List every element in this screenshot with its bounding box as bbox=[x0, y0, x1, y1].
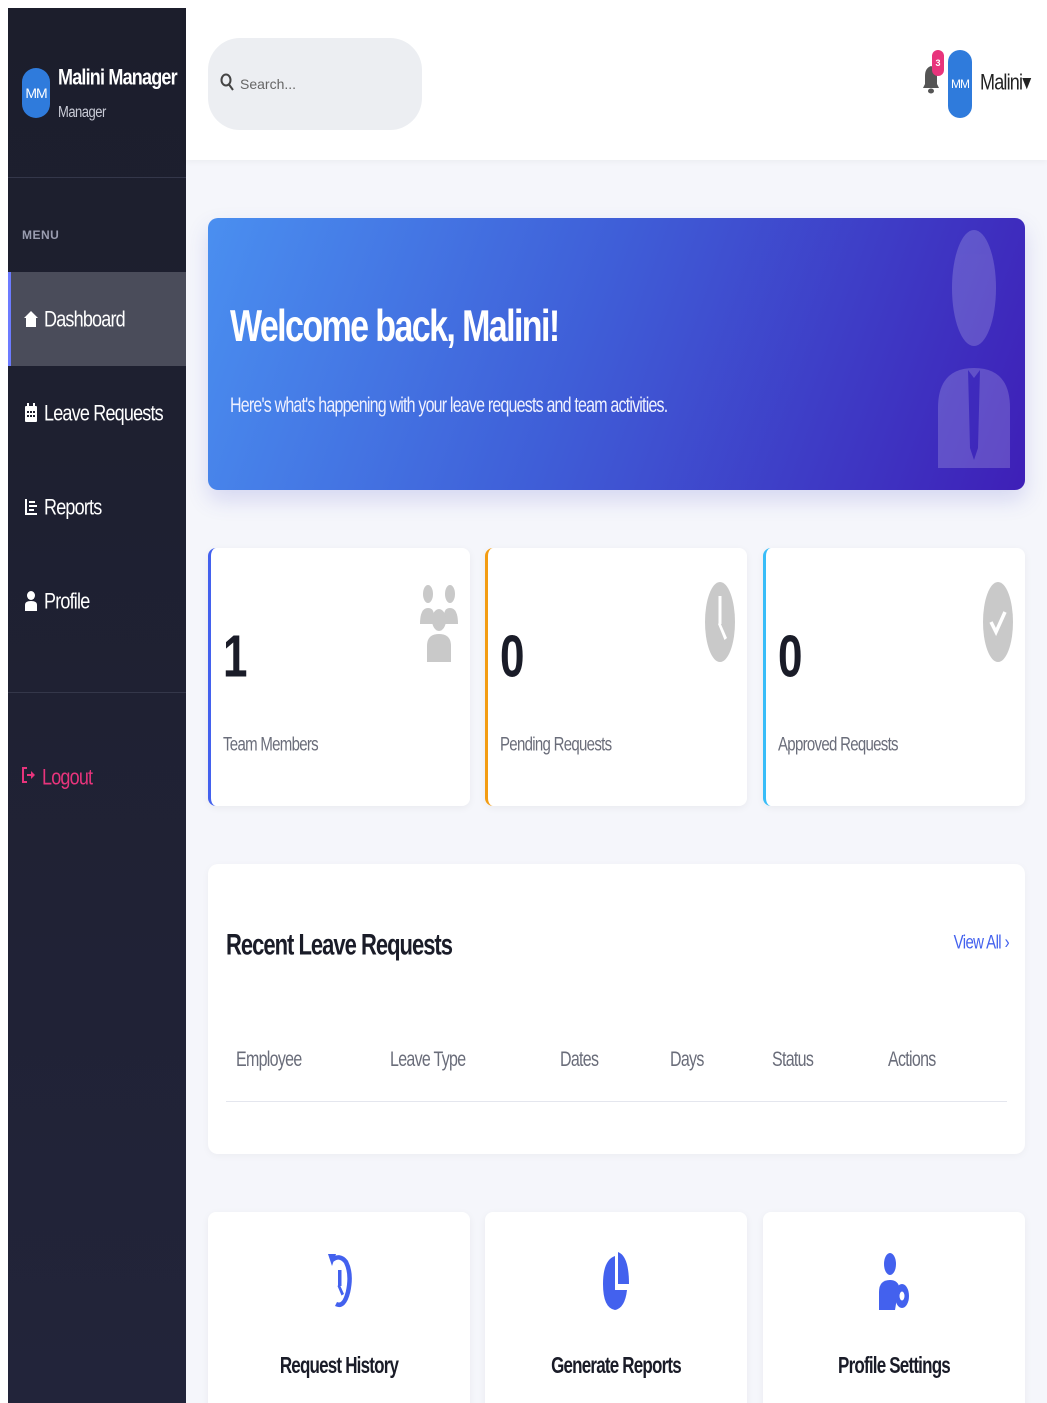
user-icon bbox=[22, 591, 40, 611]
logout-icon bbox=[22, 766, 36, 788]
sidebar-item-reports[interactable]: Reports bbox=[8, 460, 186, 554]
column-header-status[interactable]: Status bbox=[772, 1049, 814, 1072]
user-menu-toggle[interactable]: Malini▾ bbox=[980, 69, 1031, 95]
quick-action-profile-settings[interactable]: Profile Settings bbox=[763, 1212, 1025, 1403]
sidebar-item-leave-requests[interactable]: Leave Requests bbox=[8, 366, 186, 460]
quick-action-label: Generate Reports bbox=[551, 1352, 682, 1379]
column-header-employee[interactable]: Employee bbox=[236, 1049, 302, 1072]
search-bar[interactable] bbox=[208, 38, 422, 130]
sidebar-item-label: Reports bbox=[44, 493, 102, 519]
table-header: Employee Leave Type Dates Days Status Ac… bbox=[226, 1046, 1007, 1102]
logout-button[interactable]: Logout bbox=[22, 763, 93, 789]
app-frame: MM Malini Manager Manager MENU Dashboard… bbox=[8, 8, 1047, 1403]
sidebar-item-profile[interactable]: Profile bbox=[8, 554, 186, 648]
logout-label: Logout bbox=[42, 763, 93, 789]
profile-role: Manager bbox=[58, 102, 106, 120]
stat-label: Approved Requests bbox=[778, 733, 899, 756]
top-header: 3 MM Malini▾ bbox=[186, 8, 1047, 160]
welcome-banner: Welcome back, Malini! Here's what's happ… bbox=[208, 218, 1025, 490]
chevron-down-icon: ▾ bbox=[1022, 69, 1031, 95]
search-icon bbox=[220, 73, 234, 96]
column-header-actions[interactable]: Actions bbox=[888, 1049, 936, 1072]
stat-card-team-members: 1 Team Members bbox=[208, 548, 470, 806]
panel-title: Recent Leave Requests bbox=[226, 927, 453, 962]
user-tie-icon bbox=[934, 228, 1014, 473]
profile-name: Malini Manager bbox=[58, 63, 178, 89]
stat-card-approved-requests: 0 Approved Requests bbox=[763, 548, 1025, 806]
users-icon bbox=[420, 582, 458, 667]
check-circle-icon bbox=[983, 582, 1013, 667]
quick-action-generate-reports[interactable]: Generate Reports bbox=[485, 1212, 747, 1403]
sidebar-item-label: Dashboard bbox=[44, 305, 126, 331]
profile-text: Malini Manager Manager bbox=[58, 63, 178, 120]
sidebar-item-label: Profile bbox=[44, 587, 90, 613]
user-short-name: Malini bbox=[980, 69, 1023, 95]
sidebar-divider bbox=[8, 692, 186, 693]
sidebar: MM Malini Manager Manager MENU Dashboard… bbox=[8, 8, 186, 1403]
stat-label: Team Members bbox=[223, 733, 319, 756]
list-icon bbox=[22, 498, 40, 516]
column-header-leave-type[interactable]: Leave Type bbox=[390, 1049, 466, 1072]
column-header-dates[interactable]: Dates bbox=[560, 1049, 599, 1072]
pie-chart-icon bbox=[603, 1252, 629, 1317]
sidebar-profile: MM Malini Manager Manager bbox=[8, 8, 186, 178]
welcome-title: Welcome back, Malini! bbox=[230, 302, 560, 352]
home-icon bbox=[22, 310, 40, 328]
user-cog-icon bbox=[879, 1252, 909, 1317]
clock-icon bbox=[705, 582, 735, 667]
avatar: MM bbox=[22, 67, 50, 118]
column-header-days[interactable]: Days bbox=[670, 1049, 704, 1072]
stat-card-pending-requests: 0 Pending Requests bbox=[485, 548, 747, 806]
notification-badge: 3 bbox=[932, 50, 944, 76]
stat-label: Pending Requests bbox=[500, 733, 612, 756]
stat-value: 0 bbox=[500, 624, 525, 691]
quick-action-label: Profile Settings bbox=[838, 1352, 951, 1379]
stat-value: 0 bbox=[778, 624, 803, 691]
search-input[interactable] bbox=[240, 76, 390, 92]
stat-value: 1 bbox=[223, 624, 248, 691]
sidebar-item-dashboard[interactable]: Dashboard bbox=[8, 272, 186, 366]
menu-title: MENU bbox=[22, 228, 60, 242]
header-avatar[interactable]: MM bbox=[948, 50, 972, 118]
view-all-link[interactable]: View All › bbox=[954, 931, 1010, 953]
quick-action-request-history[interactable]: Request History bbox=[208, 1212, 470, 1403]
welcome-subtitle: Here's what's happening with your leave … bbox=[230, 395, 668, 418]
sidebar-nav: Dashboard Leave Requests Reports Profile bbox=[8, 272, 186, 648]
quick-action-label: Request History bbox=[279, 1352, 399, 1379]
sidebar-item-label: Leave Requests bbox=[44, 399, 164, 425]
history-icon bbox=[326, 1252, 352, 1317]
recent-leave-requests-panel: Recent Leave Requests View All › Employe… bbox=[208, 864, 1025, 1154]
calendar-icon bbox=[22, 403, 40, 423]
